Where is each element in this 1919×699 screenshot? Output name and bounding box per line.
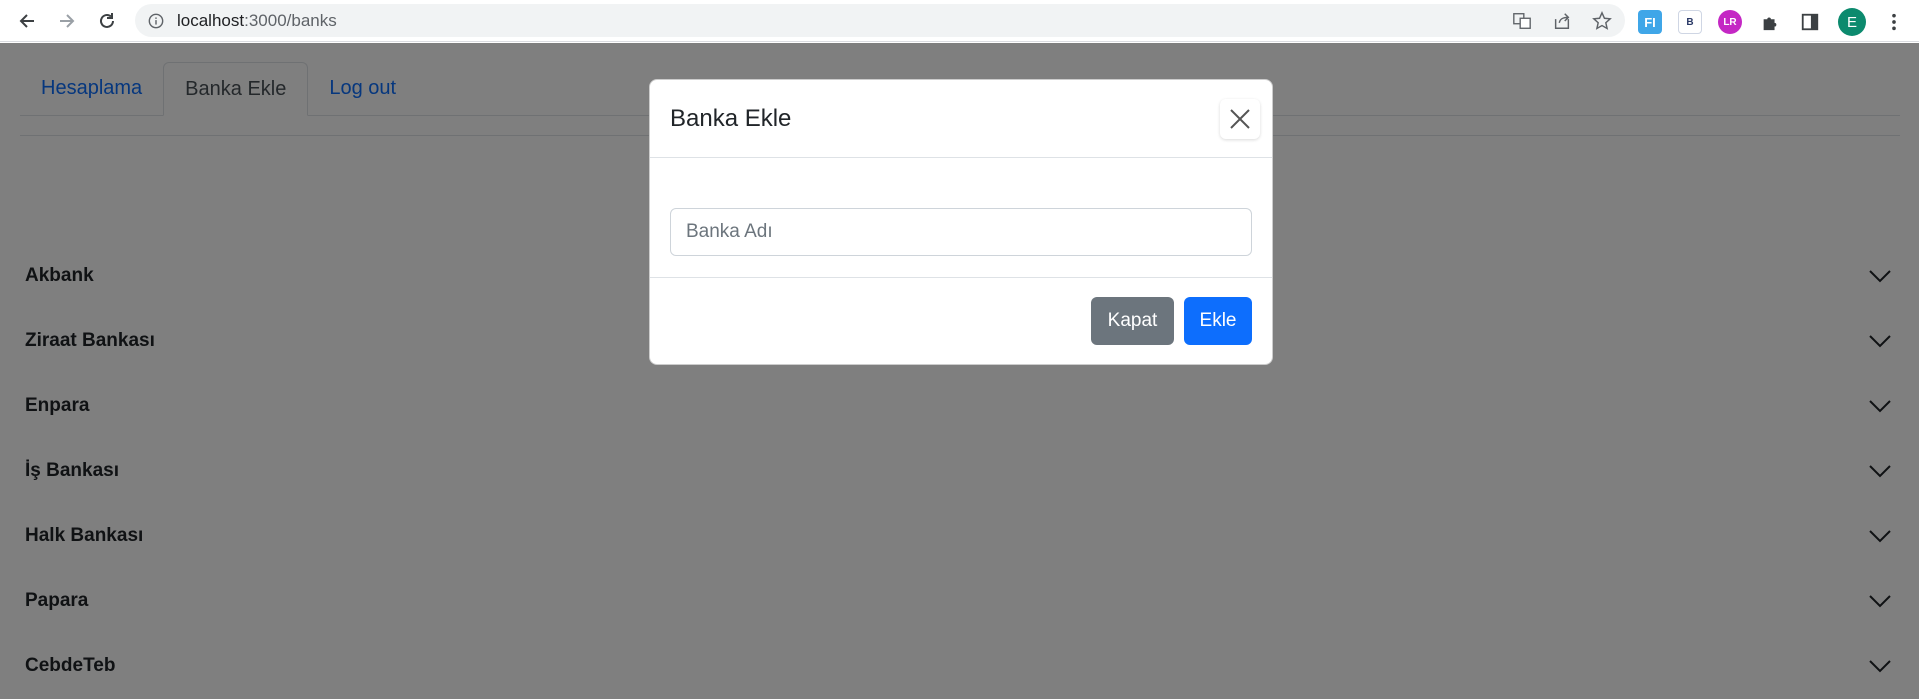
modal-close-button[interactable] — [1220, 99, 1260, 139]
translate-icon[interactable] — [1511, 10, 1533, 32]
profile-avatar[interactable]: E — [1838, 8, 1866, 36]
modal-header: Banka Ekle — [650, 80, 1272, 158]
share-icon[interactable] — [1551, 10, 1573, 32]
modal-body — [650, 158, 1272, 278]
add-bank-modal: Banka Ekle Kapat Ekle — [649, 79, 1273, 365]
url-host: localhost — [177, 10, 245, 30]
close-icon — [1230, 108, 1250, 129]
forward-arrow-icon[interactable] — [54, 8, 80, 34]
extension-b-icon[interactable]: B — [1678, 10, 1702, 34]
url-path: :3000/banks — [244, 10, 337, 30]
bank-name-input[interactable] — [670, 208, 1252, 256]
modal-footer: Kapat Ekle — [650, 278, 1272, 364]
browser-toolbar: localhost:3000/banks FI B LR E — [0, 0, 1919, 42]
modal-title: Banka Ekle — [670, 104, 792, 132]
address-bar[interactable]: localhost:3000/banks — [135, 4, 1625, 37]
extensions-puzzle-icon[interactable] — [1758, 10, 1782, 34]
extension-lr-icon[interactable]: LR — [1718, 10, 1742, 34]
bookmark-star-icon[interactable] — [1591, 10, 1613, 32]
site-info-icon[interactable] — [147, 12, 165, 30]
browser-menu-icon[interactable] — [1882, 10, 1906, 34]
back-arrow-icon[interactable] — [14, 8, 40, 34]
extension-fi-icon[interactable]: FI — [1638, 10, 1662, 34]
side-panel-icon[interactable] — [1798, 10, 1822, 34]
url-text: localhost:3000/banks — [177, 11, 337, 31]
close-modal-button[interactable]: Kapat — [1091, 297, 1174, 345]
reload-icon[interactable] — [94, 8, 120, 34]
add-bank-button[interactable]: Ekle — [1184, 297, 1252, 345]
